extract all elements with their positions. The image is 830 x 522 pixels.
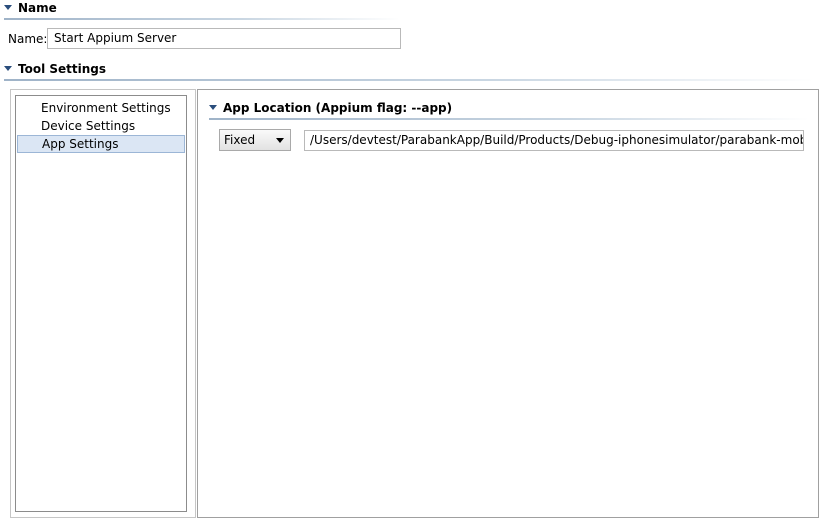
app-location-section-header[interactable]: App Location (Appium flag: --app) — [209, 100, 452, 118]
tree-item-environment-settings[interactable]: Environment Settings — [17, 99, 185, 117]
app-location-section-title: App Location (Appium flag: --app) — [223, 101, 453, 115]
tool-settings-section-rule — [4, 79, 814, 81]
tree-item-app-settings[interactable]: App Settings — [17, 135, 185, 153]
collapse-triangle-icon[interactable] — [4, 5, 12, 10]
settings-tree: Environment Settings Device Settings App… — [15, 95, 187, 512]
app-location-mode-value: Fixed — [224, 133, 256, 147]
name-label: Name: — [8, 32, 48, 46]
app-location-path-input[interactable]: /Users/devtest/ParabankApp/Build/Product… — [304, 130, 804, 151]
app-location-mode-dropdown[interactable]: Fixed — [219, 129, 291, 151]
app-location-section-rule — [209, 118, 809, 120]
settings-content-panel: App Location (Appium flag: --app) Fixed … — [197, 89, 819, 518]
settings-tree-outer: Environment Settings Device Settings App… — [10, 89, 196, 518]
name-input[interactable]: Start Appium Server — [47, 28, 401, 49]
name-section-rule — [4, 18, 400, 20]
name-section-header[interactable]: Name — [4, 0, 57, 18]
tree-item-device-settings[interactable]: Device Settings — [17, 117, 185, 135]
tool-settings-section-header[interactable]: Tool Settings — [4, 61, 106, 79]
tool-settings-section-title: Tool Settings — [18, 62, 107, 76]
dropdown-arrow-icon — [276, 138, 284, 143]
collapse-triangle-icon[interactable] — [4, 66, 12, 71]
name-section-title: Name — [18, 1, 57, 15]
collapse-triangle-icon[interactable] — [209, 105, 217, 110]
